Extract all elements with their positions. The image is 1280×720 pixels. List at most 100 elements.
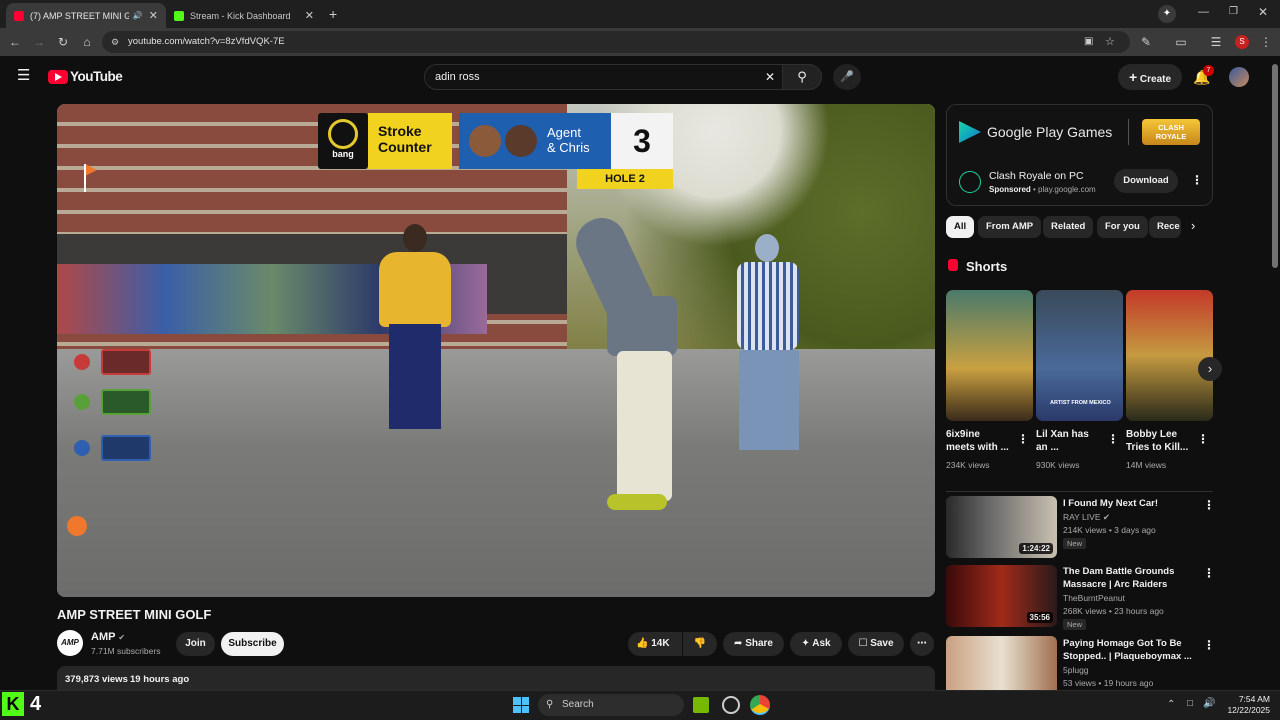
short-thumbnail-1[interactable] (946, 290, 1033, 421)
rec-thumbnail-2[interactable]: 35:56 (946, 565, 1057, 627)
join-button[interactable]: Join (176, 632, 215, 656)
tab-youtube[interactable]: (7) AMP STREET MINI GOLF 🔊 ✕ (6, 3, 166, 28)
youtube-play-logo-icon (48, 69, 68, 84)
shorts-next-icon[interactable]: › (1198, 357, 1222, 381)
close-tab-icon[interactable]: ✕ (305, 9, 314, 22)
channel-avatar[interactable]: AMP (57, 630, 83, 656)
voice-search-button[interactable]: 🎤 (833, 64, 861, 90)
counter-label-1: Stroke (378, 123, 422, 139)
short-more-icon[interactable]: ⋮ (1107, 432, 1119, 446)
rec-more-icon[interactable]: ⋮ (1203, 566, 1215, 580)
share-button[interactable]: ➦ Share (723, 632, 784, 656)
nvidia-icon[interactable] (693, 697, 709, 713)
speaker-icon[interactable]: 🔊 (133, 11, 143, 20)
taskbar-search[interactable]: ⚲ Search (538, 694, 684, 716)
rec-title-1[interactable]: I Found My Next Car! (1063, 497, 1203, 510)
gemini-icon[interactable]: ✦ (1158, 5, 1176, 23)
profile-avatar[interactable]: S (1235, 35, 1249, 49)
clear-search-icon[interactable]: ✕ (765, 65, 775, 89)
description-box[interactable]: 379,873 views 19 hours ago (57, 666, 935, 690)
search-icon: ⚲ (797, 69, 807, 84)
tab-title: Stream - Kick Dashboard (190, 10, 291, 21)
kick-favicon-icon (174, 10, 184, 21)
more-actions-button[interactable]: ⋯ (910, 632, 934, 656)
dislike-button[interactable]: 👎 (683, 632, 717, 656)
youtube-logo[interactable]: YouTube (48, 69, 123, 84)
clock[interactable]: 7:54 AM 12/22/2025 (1218, 694, 1270, 716)
chip-related[interactable]: Related (1043, 216, 1094, 238)
chip-all[interactable]: All (946, 216, 975, 238)
ad-card[interactable]: Google Play Games CLASH ROYALE Clash Roy… (946, 104, 1213, 206)
short-title-line: 6ix9ine (946, 429, 980, 440)
search-button[interactable]: ⚲ (782, 64, 822, 90)
menu-kebab-icon[interactable]: ⋮ (1258, 34, 1274, 50)
close-window-icon[interactable]: ✕ (1258, 5, 1268, 19)
site-info-icon[interactable]: ⚙ (111, 31, 119, 53)
rec-thumbnail-3[interactable] (946, 636, 1057, 690)
extensions-icon[interactable]: ✎ (1138, 34, 1154, 50)
ask-button[interactable]: ✦ Ask (790, 632, 842, 656)
chip-from-amp[interactable]: From AMP (978, 216, 1042, 238)
chip-recent[interactable]: Rece (1149, 216, 1181, 238)
obs-icon[interactable] (722, 696, 740, 714)
install-icon[interactable]: ▣ (1084, 31, 1093, 53)
short-more-icon[interactable]: ⋮ (1197, 432, 1209, 446)
bookmark-star-icon[interactable]: ☆ (1105, 31, 1115, 53)
rec-title-2[interactable]: The Dam Battle Grounds Massacre | Arc Rai… (1063, 565, 1203, 591)
save-button[interactable]: ☐ Save (848, 632, 904, 656)
media-control-icon[interactable]: ☰ (1208, 34, 1224, 50)
hamburger-menu-icon[interactable]: ☰ (17, 68, 30, 83)
channel-name[interactable]: AMP ✔ (91, 631, 125, 643)
reload-icon[interactable]: ↻ (55, 34, 71, 50)
search-input[interactable]: adin ross ✕ (424, 64, 788, 90)
page-scrollbar[interactable] (1272, 64, 1278, 268)
new-tab-icon[interactable]: + (329, 6, 337, 22)
windows-start-icon[interactable] (513, 697, 529, 713)
close-tab-icon[interactable]: ✕ (149, 9, 158, 22)
plus-icon: + (1128, 69, 1138, 85)
ad-domain: play.google.com (1038, 185, 1096, 194)
more-horizontal-icon: ⋯ (917, 638, 927, 649)
create-button[interactable]: + Create (1118, 64, 1182, 90)
chips-next-icon[interactable]: › (1191, 218, 1195, 233)
short-title-1[interactable]: 6ix9ine meets with ... (946, 428, 1009, 454)
restore-icon[interactable]: ❐ (1229, 6, 1238, 17)
tab-kick-dashboard[interactable]: Stream - Kick Dashboard ✕ (166, 3, 322, 28)
home-icon[interactable]: ⌂ (79, 34, 95, 50)
forward-icon[interactable]: → (31, 34, 47, 50)
minimize-icon[interactable]: — (1198, 6, 1209, 18)
short-title-line: Lil Xan has (1036, 429, 1089, 440)
chip-for-you[interactable]: For you (1097, 216, 1148, 238)
rec-title-line: Stopped.. | Plaqueboymax ... (1063, 651, 1192, 662)
chrome-icon[interactable] (750, 695, 770, 715)
volume-icon[interactable]: 🔊 (1203, 698, 1215, 709)
address-bar[interactable]: ⚙ youtube.com/watch?v=8zVfdVQK-7E ▣ ☆ (102, 31, 1130, 53)
browser-toolbar: ← → ↻ ⌂ ⚙ youtube.com/watch?v=8zVfdVQK-7… (0, 28, 1280, 56)
short-title-2[interactable]: Lil Xan has an ... (1036, 428, 1089, 454)
account-avatar[interactable] (1229, 67, 1249, 87)
rec-thumbnail-1[interactable]: 1:24:22 (946, 496, 1057, 558)
shorts-heading: Shorts (966, 259, 1008, 274)
short-thumbnail-2[interactable]: ARTIST FROM MEXICO (1036, 290, 1123, 421)
cast-icon[interactable]: ▭ (1173, 34, 1189, 50)
rec-channel-3: 5plugg (1063, 665, 1089, 675)
ad-more-icon[interactable]: ⋮ (1191, 173, 1203, 187)
thumbs-down-icon: 👎 (693, 638, 707, 649)
clock-date: 12/22/2025 (1227, 705, 1270, 715)
ad-download-button[interactable]: Download (1114, 169, 1178, 193)
create-label: Create (1139, 74, 1172, 85)
short-thumbnail-3[interactable] (1126, 290, 1213, 421)
like-button[interactable]: 👍 14K (628, 632, 682, 656)
rec-meta-1: 214K views • 3 days ago (1063, 525, 1156, 535)
rec-title-3[interactable]: Paying Homage Got To Be Stopped.. | Plaqu… (1063, 637, 1203, 663)
back-icon[interactable]: ← (7, 34, 23, 50)
subscribe-button[interactable]: Subscribe (221, 632, 284, 656)
short-more-icon[interactable]: ⋮ (1017, 432, 1029, 446)
tray-chevron-icon[interactable]: ⌃ (1167, 699, 1175, 710)
video-player[interactable]: bang Stroke Counter Agent & Chris 3 HOLE… (57, 104, 935, 597)
rec-more-icon[interactable]: ⋮ (1203, 638, 1215, 652)
short-title-3[interactable]: Bobby Lee Tries to Kill... (1126, 428, 1188, 454)
player-name-2: & Chris (547, 140, 590, 155)
network-icon[interactable]: □ (1187, 698, 1193, 709)
rec-more-icon[interactable]: ⋮ (1203, 498, 1215, 512)
